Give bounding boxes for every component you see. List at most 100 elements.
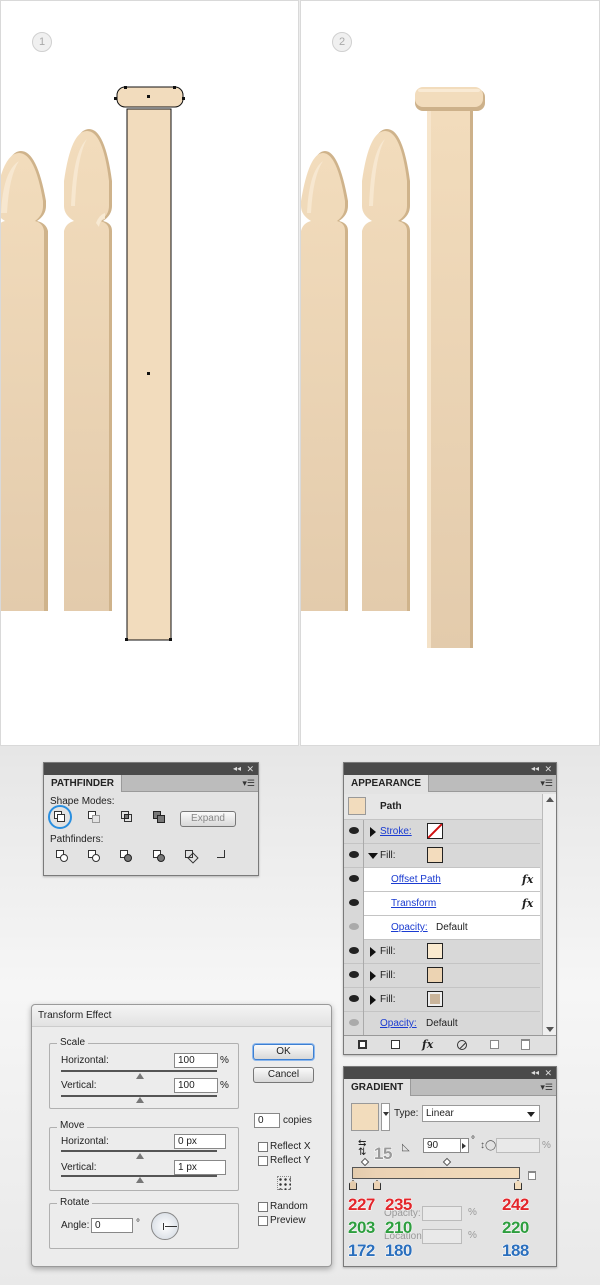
collapse-icon[interactable]: ◂◂ <box>233 763 241 775</box>
gradient-swatch[interactable] <box>351 1103 379 1131</box>
slider-thumb[interactable] <box>136 1177 144 1183</box>
opacity-label[interactable]: Opacity: <box>380 1018 417 1029</box>
crop-icon[interactable] <box>153 850 167 864</box>
expand-arrow-icon[interactable] <box>370 971 376 981</box>
collapse-icon[interactable]: ◂◂ <box>531 1067 539 1079</box>
tab-appearance[interactable]: APPEARANCE <box>344 775 430 792</box>
ok-button[interactable]: OK <box>253 1044 314 1060</box>
add-effect-fx-icon[interactable]: fx <box>422 1038 433 1051</box>
exclude-icon[interactable] <box>153 811 167 825</box>
clear-appearance-icon[interactable] <box>457 1040 467 1050</box>
fence-post-selected[interactable] <box>114 86 185 641</box>
appearance-row-fill[interactable]: Fill: <box>344 940 540 964</box>
move-vertical-input[interactable]: 1 px <box>174 1160 226 1175</box>
visibility-eye-icon[interactable] <box>344 964 364 988</box>
appearance-row-fill[interactable]: Fill: <box>344 964 540 988</box>
scale-horizontal-input[interactable]: 100 <box>174 1053 218 1068</box>
panel-menu-icon[interactable]: ▾☰ <box>540 1082 553 1093</box>
gradient-stop-3[interactable] <box>514 1180 522 1190</box>
angle-input[interactable]: 90 <box>423 1138 461 1153</box>
close-icon[interactable]: ✕ <box>544 1067 552 1079</box>
angle-input[interactable]: 0 <box>91 1218 133 1233</box>
gradient-swatch-dropdown[interactable] <box>381 1103 390 1131</box>
fill-label[interactable]: Fill: <box>380 850 396 861</box>
panel-titlebar[interactable]: ◂◂ ✕ <box>344 1067 556 1079</box>
panel-titlebar[interactable]: ◂◂ ✕ <box>344 763 556 775</box>
tab-pathfinder[interactable]: PATHFINDER <box>44 775 122 792</box>
stroke-swatch-none[interactable] <box>427 823 443 839</box>
appearance-row-effect[interactable]: Transform fx <box>344 892 540 916</box>
slider-thumb[interactable] <box>136 1073 144 1079</box>
random-checkbox[interactable] <box>258 1202 268 1212</box>
minus-front-icon[interactable] <box>88 811 102 825</box>
appearance-row-fill-open[interactable]: Fill: <box>344 844 540 868</box>
gradient-midpoint-diamond[interactable] <box>442 1157 452 1167</box>
angle-dial[interactable] <box>151 1212 179 1240</box>
cancel-button[interactable]: Cancel <box>253 1067 314 1083</box>
dialog-titlebar[interactable]: Transform Effect <box>32 1005 331 1027</box>
appearance-scrollbar[interactable] <box>542 794 556 1035</box>
visibility-eye-icon[interactable] <box>344 892 364 916</box>
expand-arrow-icon[interactable] <box>370 995 376 1005</box>
reflect-y-checkbox[interactable] <box>258 1156 268 1166</box>
type-select[interactable]: Linear <box>422 1105 540 1122</box>
divide-icon[interactable] <box>56 850 70 864</box>
intersect-icon[interactable] <box>121 811 135 825</box>
panel-menu-icon[interactable]: ▾☰ <box>242 778 255 789</box>
panel-menu-icon[interactable]: ▾☰ <box>540 778 553 789</box>
visibility-eye-icon[interactable] <box>344 868 364 892</box>
gradient-stop-1[interactable] <box>349 1180 357 1190</box>
visibility-eye-icon[interactable] <box>344 988 364 1012</box>
delete-item-trash-icon[interactable] <box>521 1039 530 1050</box>
offset-path-effect[interactable]: Offset Path <box>391 874 441 885</box>
collapse-icon[interactable]: ◂◂ <box>531 763 539 775</box>
gradient-stop-2[interactable] <box>373 1180 381 1190</box>
reference-point-icon[interactable] <box>277 1176 291 1190</box>
trim-icon[interactable] <box>88 850 102 864</box>
gradient-midpoint-diamond[interactable] <box>360 1157 370 1167</box>
fx-icon[interactable]: fx <box>522 897 533 910</box>
tab-gradient[interactable]: GRADIENT <box>344 1079 412 1096</box>
stroke-label[interactable]: Stroke: <box>380 826 412 837</box>
panel-titlebar[interactable]: ◂◂ ✕ <box>44 763 258 775</box>
fill-label[interactable]: Fill: <box>380 970 396 981</box>
appearance-row-stroke[interactable]: Stroke: <box>344 820 540 844</box>
move-horizontal-slider[interactable] <box>61 1150 217 1152</box>
scale-horizontal-slider[interactable] <box>61 1070 217 1072</box>
expand-arrow-icon[interactable] <box>370 947 376 957</box>
minus-back-icon[interactable] <box>217 850 231 864</box>
duplicate-item-icon[interactable] <box>490 1040 499 1049</box>
fill-swatch-gradient[interactable] <box>427 991 443 1007</box>
gradient-slider[interactable] <box>352 1167 520 1179</box>
unite-icon[interactable] <box>48 805 72 829</box>
preview-checkbox[interactable] <box>258 1216 268 1226</box>
outline-icon[interactable] <box>185 850 199 864</box>
transform-effect[interactable]: Transform <box>391 898 436 909</box>
reflect-x-checkbox[interactable] <box>258 1142 268 1152</box>
scale-vertical-input[interactable]: 100 <box>174 1078 218 1093</box>
fill-swatch[interactable] <box>427 967 443 983</box>
visibility-eye-icon[interactable] <box>344 940 364 964</box>
add-fill-icon[interactable] <box>391 1040 400 1049</box>
visibility-eye-icon[interactable] <box>344 1012 364 1035</box>
delete-stop-trash-icon[interactable] <box>528 1171 536 1180</box>
appearance-row-fill[interactable]: Fill: <box>344 988 540 1012</box>
appearance-row-effect[interactable]: Offset Path fx <box>344 868 540 892</box>
visibility-eye-icon[interactable] <box>344 916 364 940</box>
expand-button[interactable]: Expand <box>180 811 236 827</box>
opacity-label[interactable]: Opacity: <box>391 922 428 933</box>
slider-thumb[interactable] <box>136 1097 144 1103</box>
appearance-row-opacity[interactable]: Opacity: Default <box>344 916 540 940</box>
visibility-eye-icon[interactable] <box>344 820 364 844</box>
appearance-row-opacity[interactable]: Opacity: Default <box>344 1012 540 1035</box>
fill-label[interactable]: Fill: <box>380 994 396 1005</box>
expand-arrow-icon[interactable] <box>370 827 376 837</box>
close-icon[interactable]: ✕ <box>246 763 254 775</box>
angle-stepper[interactable] <box>461 1138 469 1153</box>
merge-icon[interactable] <box>120 850 134 864</box>
copies-input[interactable]: 0 <box>254 1113 280 1128</box>
fill-swatch[interactable] <box>427 943 443 959</box>
reverse-gradient-icon[interactable]: ⇆ ⇅ <box>358 1139 366 1158</box>
fill-label[interactable]: Fill: <box>380 946 396 957</box>
fx-icon[interactable]: fx <box>522 873 533 886</box>
